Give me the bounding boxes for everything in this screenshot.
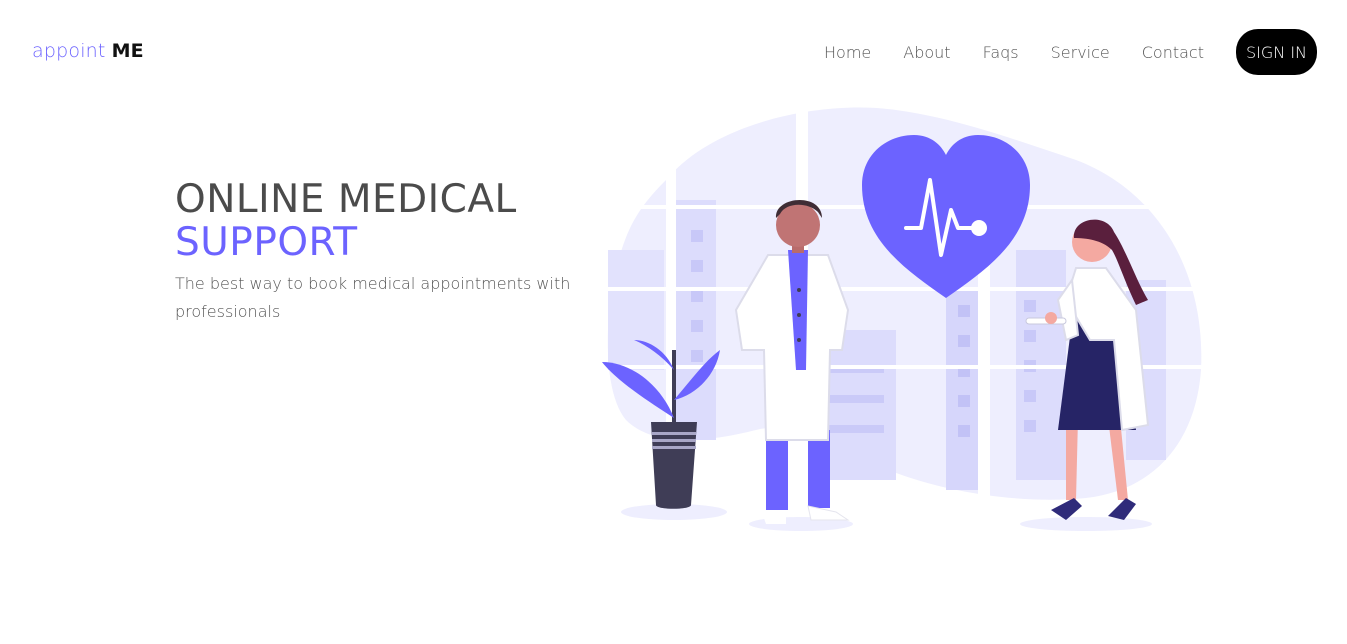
nav-link-about[interactable]: About xyxy=(903,43,950,62)
main-nav: Home About Faqs Service Contact SIGN IN xyxy=(824,29,1317,75)
sign-in-button[interactable]: SIGN IN xyxy=(1236,29,1317,75)
medical-illustration xyxy=(596,100,1206,531)
hero-title: ONLINE MEDICAL SUPPORT xyxy=(175,178,517,264)
hero-title-line2: SUPPORT xyxy=(175,220,358,265)
hero-subtitle: The best way to book medical appointment… xyxy=(175,274,571,321)
nav-link-faqs[interactable]: Faqs xyxy=(983,43,1019,62)
logo-part-1: appoint xyxy=(32,40,106,62)
nav-link-home[interactable]: Home xyxy=(824,43,871,62)
logo[interactable]: appoint ME xyxy=(32,40,144,62)
nav-link-contact[interactable]: Contact xyxy=(1142,43,1204,62)
nav-link-service[interactable]: Service xyxy=(1051,43,1110,62)
logo-part-2: ME xyxy=(111,40,144,62)
hero-title-line1: ONLINE MEDICAL xyxy=(175,177,517,222)
